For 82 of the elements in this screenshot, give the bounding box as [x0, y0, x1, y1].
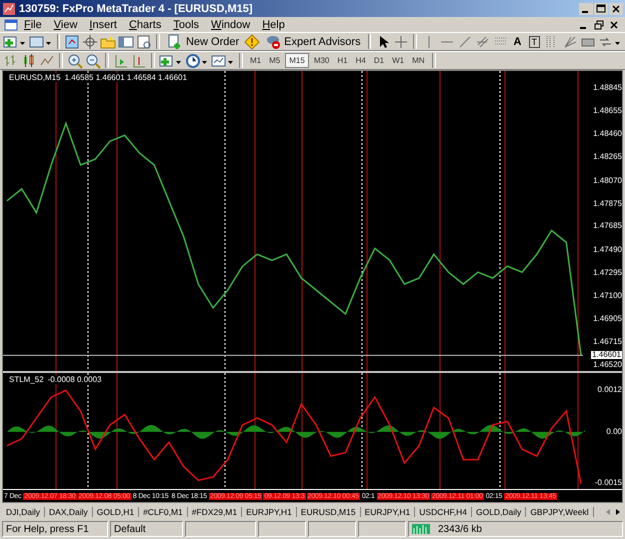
chart-tab[interactable]: EURUSD,M15 — [296, 507, 361, 517]
profile-name: Default — [110, 521, 183, 537]
warning-icon[interactable] — [244, 34, 260, 50]
window-title: 130759: FxPro MetaTrader 4 - [EURUSD,M15] — [19, 2, 254, 14]
chart-title: EURUSD,M15 — [9, 73, 61, 82]
indicator-label: 0.0012 — [598, 386, 622, 394]
chart-tab[interactable]: EURJPY,H1 — [242, 507, 297, 517]
templates-icon[interactable] — [211, 52, 235, 68]
price-label: 1.48845 — [593, 84, 622, 92]
menu-item[interactable]: Tools — [167, 18, 206, 30]
period-button[interactable]: D1 — [370, 54, 388, 67]
indicator-label: 0.00 — [606, 428, 622, 436]
price-label: 1.48070 — [593, 176, 622, 185]
chart-tab[interactable]: GOLD,Daily — [472, 507, 526, 517]
traffic-text: 2343/6 kb — [438, 524, 482, 534]
autoscroll-icon[interactable] — [113, 52, 129, 68]
chart-tab[interactable]: #FDX29,M1 — [188, 507, 242, 517]
text-tool[interactable]: A — [510, 36, 524, 48]
expert-advisors-button[interactable]: Expert Advisors — [262, 33, 364, 50]
price-label: 1.47100 — [593, 292, 622, 300]
period-button[interactable]: W1 — [389, 54, 408, 67]
period-button[interactable]: H4 — [352, 54, 369, 67]
chart-legend: 1.46585 1.46601 1.46584 1.46601 — [64, 73, 187, 82]
minimize-icon[interactable] — [579, 2, 593, 14]
zoom-in-icon[interactable] — [67, 52, 83, 68]
zoom-out-icon[interactable] — [85, 52, 101, 68]
crosshair-icon[interactable] — [393, 34, 410, 50]
chart-tab[interactable]: GBPJPY,Weekl — [526, 507, 594, 517]
period-button[interactable]: M30 — [310, 54, 332, 67]
close-icon[interactable] — [609, 2, 623, 14]
order-icon[interactable] — [166, 34, 183, 50]
status-pane — [258, 521, 306, 537]
price-label: 1.47875 — [593, 200, 622, 208]
indicator-label: -0.0015 — [594, 479, 622, 487]
price-label: 1.47295 — [593, 268, 622, 277]
period-button[interactable]: M15 — [285, 53, 309, 68]
chart-tab[interactable]: GOLD,H1 — [92, 507, 140, 517]
menu-item[interactable]: File — [18, 18, 48, 30]
status-pane — [185, 521, 256, 537]
menu-item[interactable]: Charts — [122, 18, 168, 30]
price-label: 1.48460 — [593, 130, 622, 138]
period-button[interactable]: M5 — [266, 54, 284, 67]
chart-tab[interactable]: DAX,Daily — [45, 507, 93, 517]
app-icon[interactable] — [2, 2, 16, 16]
clock-icon[interactable] — [185, 52, 209, 68]
crosshair-icon[interactable] — [82, 34, 98, 50]
menu-item[interactable]: Help — [256, 18, 291, 30]
new-chart-icon[interactable] — [3, 34, 27, 50]
text-label-tool[interactable]: T — [528, 36, 540, 48]
chart-tab[interactable]: EURJPY,H1 — [360, 507, 416, 517]
status-pane — [358, 521, 406, 537]
price-label: 1.47490 — [593, 246, 622, 254]
restore-icon[interactable] — [592, 18, 606, 30]
price-label: 1.46520 — [593, 361, 622, 370]
menu-item[interactable]: View — [48, 18, 84, 30]
price-label: 1.47685 — [593, 222, 622, 230]
connection-icon[interactable] — [412, 522, 430, 536]
new-order-button[interactable]: New Order — [164, 33, 242, 50]
document-icon[interactable] — [4, 18, 18, 32]
chart-tab[interactable]: DJI,Daily — [2, 507, 46, 517]
price-label: 1.48655 — [593, 106, 622, 115]
indicators-icon[interactable] — [159, 52, 183, 68]
chart-tab[interactable]: USDCHF,H4 — [415, 507, 472, 517]
profiles-icon[interactable] — [29, 34, 53, 50]
menu-item[interactable]: Insert — [83, 18, 123, 30]
price-label: 1.46715 — [593, 338, 622, 346]
indicator-name: STLM_52 — [9, 375, 44, 384]
current-price: 1.46601 — [591, 351, 622, 360]
folder-star-icon[interactable] — [100, 34, 116, 50]
maximize-icon[interactable] — [594, 2, 608, 14]
help-text: For Help, press F1 — [2, 521, 108, 537]
chart-tab[interactable]: #CLF0,M1 — [139, 507, 188, 517]
period-button[interactable]: M1 — [247, 54, 264, 67]
chart-shift-icon[interactable] — [131, 52, 147, 68]
menu-item[interactable]: Window — [205, 18, 256, 30]
period-button[interactable]: H1 — [334, 54, 351, 67]
period-button[interactable]: MN — [409, 54, 428, 67]
price-label: 1.48265 — [593, 153, 622, 162]
indicator-legend: -0.0008 0.0003 — [48, 375, 102, 384]
price-label: 1.46905 — [593, 315, 622, 324]
status-pane — [308, 521, 356, 537]
channel-icon[interactable] — [474, 34, 491, 50]
